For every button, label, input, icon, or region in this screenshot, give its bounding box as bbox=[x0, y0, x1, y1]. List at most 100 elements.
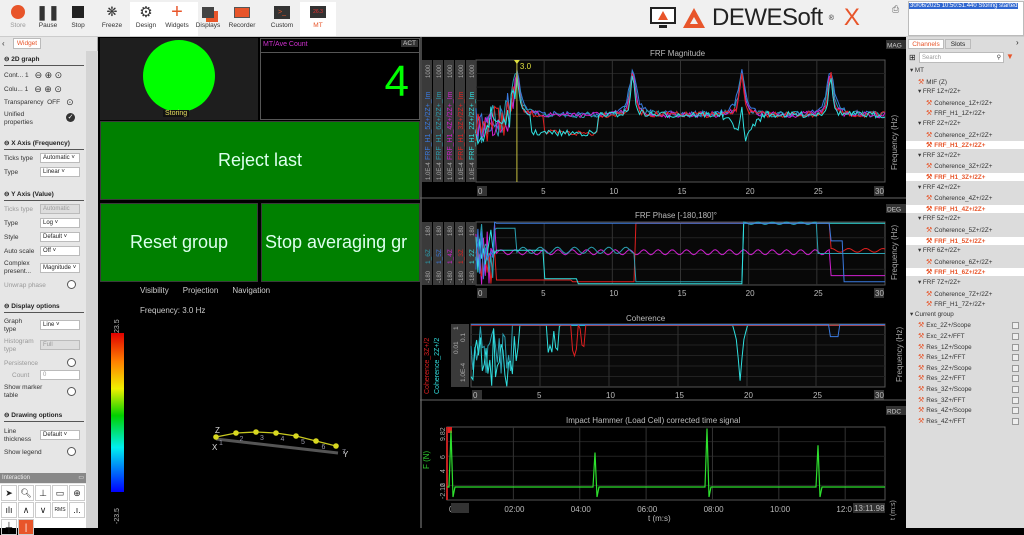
plots-area[interactable]: FRF MagnitudeMAGFRF_H1_5Z+/2Z+_Im10001.0… bbox=[420, 38, 906, 528]
tree-channel[interactable]: ⚒ Res_1Z+/FFT bbox=[918, 353, 965, 361]
displays-button[interactable]: Displays bbox=[192, 2, 224, 36]
tree-channel[interactable]: ⚒ Res_4Z+/FFT bbox=[918, 417, 965, 425]
line-thickness-select[interactable]: Default ˅ bbox=[40, 430, 80, 440]
pause-button[interactable]: ❚❚ Pause bbox=[32, 2, 64, 36]
widgets-button[interactable]: + Widgets bbox=[161, 1, 193, 36]
tree-channel[interactable]: ⚒ Res_1Z+/Scope bbox=[918, 343, 972, 351]
collapse-icon[interactable]: ▭ bbox=[78, 473, 84, 483]
show-legend-radio[interactable] bbox=[67, 447, 76, 456]
channel-checkbox[interactable] bbox=[1012, 407, 1019, 415]
complex-select[interactable]: Magnitude ˅ bbox=[40, 263, 80, 273]
menu-navigation[interactable]: Navigation bbox=[232, 286, 270, 295]
zoom-icon-tool[interactable]: 🔍︎ bbox=[18, 485, 34, 501]
rms-icon-tool[interactable]: RMS bbox=[52, 502, 68, 518]
tree-channel[interactable]: ⚒ Res_2Z+/Scope bbox=[918, 364, 972, 372]
tree-channel[interactable]: ⚒ FRF_H1_1Z+/2Z+ bbox=[926, 109, 985, 117]
channel-checkbox[interactable] bbox=[1012, 354, 1019, 362]
tree-icon[interactable]: ⊞ bbox=[909, 53, 916, 62]
reset-group-button[interactable]: Reset group bbox=[100, 203, 258, 282]
store-button[interactable]: Store bbox=[2, 2, 34, 36]
peak-max-icon-tool[interactable]: ∧ bbox=[18, 502, 34, 518]
bars-icon-tool[interactable]: ılı bbox=[1, 502, 17, 518]
custom-button[interactable]: >_ Custom bbox=[266, 2, 298, 36]
tree-channel[interactable]: ⚒ Res_3Z+/Scope bbox=[918, 385, 972, 393]
section-display-options[interactable]: ⊖ Display options bbox=[4, 302, 84, 313]
tree-group[interactable]: ▾ FRF 7Z+/2Z+ bbox=[918, 279, 961, 286]
section-2d-graph[interactable]: ⊖ 2D graph bbox=[4, 55, 84, 66]
tree-channel[interactable]: ⚒ Res_3Z+/FFT bbox=[918, 396, 965, 404]
tree-group[interactable]: ▾ Current group bbox=[910, 311, 954, 318]
peak-min-icon-tool[interactable]: ∨ bbox=[35, 502, 51, 518]
search-icon[interactable]: ⚲ bbox=[997, 53, 1001, 63]
tab-slots[interactable]: Slots bbox=[945, 39, 971, 49]
tree-channel[interactable]: ⚒ FRF_H1_6Z+/2Z+ bbox=[906, 268, 1024, 277]
histogram-icon-tool[interactable]: .ı. bbox=[69, 502, 85, 518]
graph-type-select[interactable]: Line ˅ bbox=[40, 320, 80, 330]
tree-channel[interactable]: ⚒ MIF (Z) bbox=[918, 78, 947, 86]
style-select[interactable]: Default ˅ bbox=[40, 232, 80, 242]
collapse-icon[interactable]: ‹ bbox=[2, 39, 5, 48]
tree-group[interactable]: ▾ FRF 4Z+/2Z+ bbox=[918, 184, 961, 191]
tree-group[interactable]: ▾ FRF 6Z+/2Z+ bbox=[918, 247, 961, 254]
channel-checkbox[interactable] bbox=[1012, 396, 1019, 404]
channel-checkbox[interactable] bbox=[1012, 333, 1019, 340]
y-type-select[interactable]: Log ˅ bbox=[40, 218, 80, 228]
crosshair-icon-tool[interactable]: ⊕ bbox=[69, 485, 85, 501]
cursor-icon-tool[interactable]: ➤ bbox=[1, 485, 17, 501]
mt-button[interactable]: 26.3 MT bbox=[302, 2, 334, 36]
reject-last-button[interactable]: Reject last bbox=[100, 121, 420, 200]
minus-plus-down-icons[interactable]: ⊖ ⊕ ⊙ bbox=[34, 84, 62, 95]
scrollbar[interactable] bbox=[86, 51, 98, 528]
unified-properties-checkbox[interactable]: ✓ bbox=[66, 113, 75, 122]
dropdown-icon[interactable]: ⊙ bbox=[66, 97, 74, 108]
minus-plus-down-icons[interactable]: ⊖ ⊕ ⊙ bbox=[35, 70, 63, 81]
mode-shape-view[interactable]: 12 3 4 567ZXY bbox=[198, 427, 378, 487]
design-button[interactable]: ⚙ Design bbox=[130, 2, 162, 36]
tab-widget[interactable]: Widget bbox=[13, 38, 41, 49]
usb-icon[interactable]: ⎙ bbox=[892, 4, 902, 32]
filter-icon[interactable]: ▼ bbox=[1006, 52, 1014, 61]
section-drawing-options[interactable]: ⊖ Drawing options bbox=[4, 411, 84, 422]
stop-averaging-button[interactable]: Stop averaging gr bbox=[261, 203, 420, 282]
channel-checkbox[interactable] bbox=[1012, 386, 1019, 393]
channel-checkbox[interactable] bbox=[1012, 375, 1019, 383]
channel-checkbox[interactable] bbox=[1012, 322, 1019, 330]
persistence-radio[interactable] bbox=[67, 358, 76, 367]
tree-channel[interactable]: ⚒ Res_2Z+/FFT bbox=[918, 374, 965, 382]
tree-channel[interactable]: ⚒ FRF_H1_7Z+/2Z+ bbox=[926, 300, 985, 308]
tree-group[interactable]: ▾ MT bbox=[910, 67, 924, 74]
section-y-axis[interactable]: ⊖ Y Axis (Value) bbox=[4, 190, 84, 201]
unwrap-phase-radio[interactable] bbox=[67, 280, 76, 289]
tree-channel[interactable]: ⚒ Res_4Z+/Scope bbox=[918, 406, 972, 414]
channel-checkbox[interactable] bbox=[1012, 364, 1019, 372]
count-input[interactable]: 0 bbox=[40, 370, 80, 380]
tree-channel[interactable]: ⚒ Coherence_1Z+/2Z+ bbox=[926, 99, 992, 107]
section-x-axis[interactable]: ⊖ X Axis (Frequency) bbox=[4, 139, 84, 150]
menu-projection[interactable]: Projection bbox=[183, 286, 219, 295]
plus-marker-icon-tool[interactable]: ┼ bbox=[1, 519, 17, 535]
tree-channel[interactable]: ⚒ Coherence_5Z+/2Z+ bbox=[926, 226, 992, 234]
recorder-button[interactable]: Recorder bbox=[226, 2, 258, 36]
channel-checkbox[interactable] bbox=[1012, 417, 1019, 425]
tree-channel[interactable]: ⚒ FRF_H1_3Z+/2Z+ bbox=[906, 173, 1024, 181]
chevron-right-icon[interactable]: › bbox=[1016, 38, 1019, 47]
channel-search-input[interactable]: Search ⚲ bbox=[919, 52, 1004, 63]
x-type-select[interactable]: Linear ˅ bbox=[40, 167, 80, 177]
auto-scale-select[interactable]: Off ˅ bbox=[40, 246, 80, 256]
tree-channel[interactable]: ⚒ Coherence_7Z+/2Z+ bbox=[926, 290, 992, 298]
tab-channels[interactable]: Channels bbox=[908, 39, 944, 49]
tree-channel[interactable]: ⚒ Exc_2Z+/Scope bbox=[918, 321, 971, 329]
show-marker-table-radio[interactable] bbox=[67, 387, 76, 396]
freeze-button[interactable]: ❋ Freeze bbox=[96, 2, 128, 36]
tree-channel[interactable]: ⚒ Coherence_6Z+/2Z+ bbox=[926, 258, 992, 266]
tree-channel[interactable]: ⚒ Coherence_2Z+/2Z+ bbox=[926, 131, 992, 139]
tree-channel[interactable]: ⚒ FRF_H1_2Z+/2Z+ bbox=[906, 141, 1024, 150]
event-log-entry[interactable]: 30/06/2025 10:50:51.440 Storing started bbox=[909, 3, 1019, 9]
tree-group[interactable]: ▾ FRF 3Z+/2Z+ bbox=[918, 152, 961, 159]
tree-channel[interactable]: ⚒ FRF_H1_4Z+/2Z+ bbox=[906, 204, 1024, 213]
tree-group[interactable]: ▾ FRF 5Z+/2Z+ bbox=[918, 215, 961, 222]
tree-channel[interactable]: ⚒ FRF_H1_5Z+/2Z+ bbox=[906, 236, 1024, 245]
tree-channel[interactable]: ⚒ Exc_2Z+/FFT bbox=[918, 332, 965, 340]
x-ticks-select[interactable]: Automatic ˅ bbox=[40, 153, 80, 163]
event-log[interactable]: 30/06/2025 10:50:51.440 Storing started bbox=[908, 1, 1024, 36]
